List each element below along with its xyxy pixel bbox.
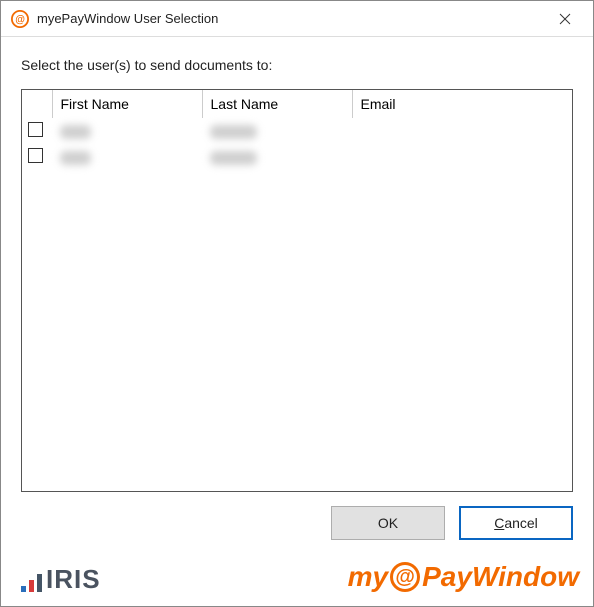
table-header-row: First Name Last Name Email (22, 90, 572, 118)
iris-bars-icon (21, 570, 42, 592)
column-checkbox (22, 90, 52, 118)
cancel-button[interactable]: Cancel (459, 506, 573, 540)
logo-suffix: PayWindow (422, 563, 579, 591)
table-row[interactable]: David Bloxham (22, 118, 572, 144)
close-button[interactable] (545, 4, 585, 34)
svg-text:@: @ (15, 14, 25, 25)
cell-first-name: David (60, 151, 91, 165)
iris-logo: IRIS (21, 566, 101, 592)
logo-prefix: my (348, 563, 388, 591)
table-row[interactable]: David Bloxham (22, 144, 572, 170)
row-checkbox[interactable] (28, 148, 43, 163)
column-last-name[interactable]: Last Name (202, 90, 352, 118)
app-icon: @ (11, 10, 29, 28)
title-bar: @ myePayWindow User Selection (1, 1, 593, 37)
iris-logo-text: IRIS (46, 566, 101, 592)
at-icon: @ (390, 562, 420, 592)
row-checkbox[interactable] (28, 122, 43, 137)
instruction-text: Select the user(s) to send documents to: (21, 57, 573, 73)
window-title: myePayWindow User Selection (37, 11, 545, 26)
footer: IRIS my @ PayWindow (1, 562, 593, 606)
cell-last-name: Bloxham (210, 125, 257, 139)
dialog-content: Select the user(s) to send documents to:… (1, 37, 593, 562)
button-row: OK Cancel (21, 506, 573, 540)
user-table: First Name Last Name Email David Bloxham… (22, 90, 572, 170)
column-email[interactable]: Email (352, 90, 572, 118)
close-icon (559, 13, 571, 25)
cell-last-name: Bloxham (210, 151, 257, 165)
cell-first-name: David (60, 125, 91, 139)
myepaywindow-logo: my @ PayWindow (348, 562, 579, 592)
user-grid: First Name Last Name Email David Bloxham… (21, 89, 573, 492)
column-first-name[interactable]: First Name (52, 90, 202, 118)
cancel-button-label: Cancel (494, 515, 538, 531)
ok-button-label: OK (378, 515, 398, 531)
ok-button[interactable]: OK (331, 506, 445, 540)
